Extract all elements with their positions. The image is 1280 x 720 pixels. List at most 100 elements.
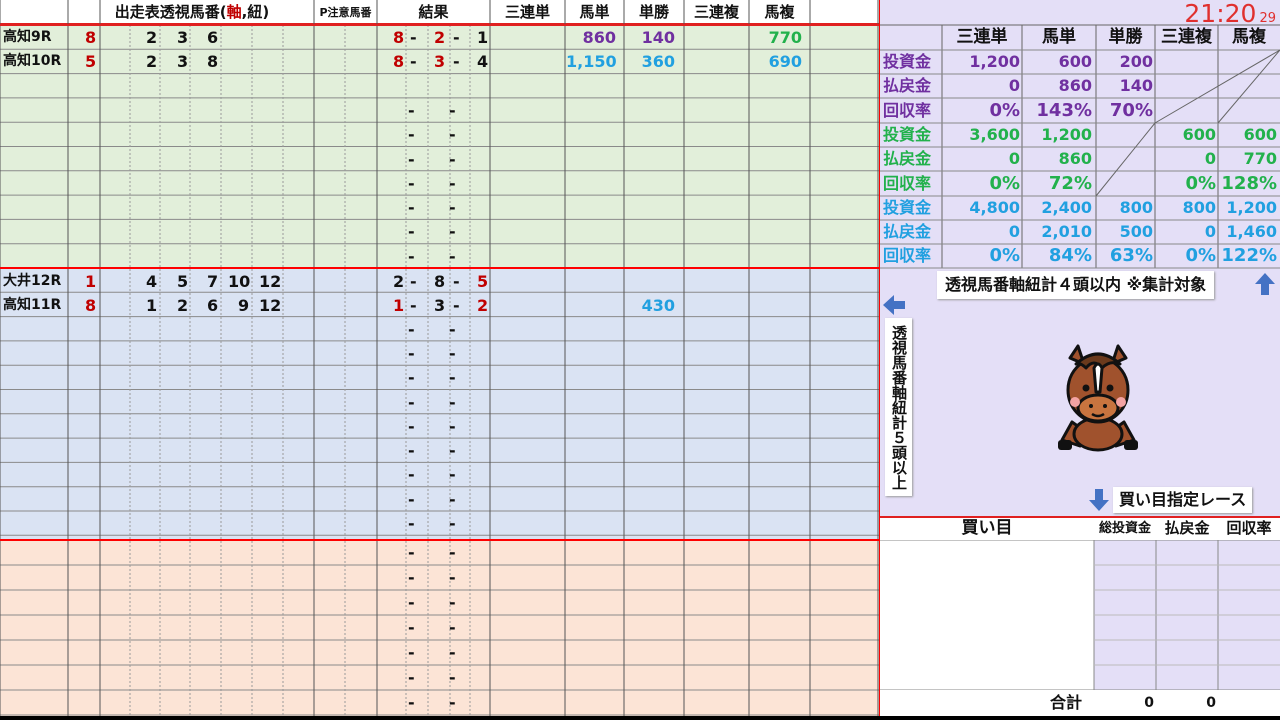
result-dash: - [449, 593, 456, 612]
tansho-recovery: 70% [1109, 100, 1153, 121]
result-dash: - [408, 368, 415, 388]
result-first[interactable]: 8 [393, 26, 404, 49]
race-name[interactable]: 大井12R [3, 270, 61, 293]
label-recovery: 回収率 [883, 174, 932, 193]
result-dash: - [408, 668, 415, 687]
sanrentan-invest: 3,600 [969, 125, 1020, 144]
result-dash: - [449, 368, 456, 388]
sub-horse[interactable]: 2 [146, 50, 157, 73]
result-dash: - [453, 28, 460, 47]
umafuku-payout[interactable]: 690 [750, 50, 802, 73]
axis-horse[interactable]: 8 [85, 294, 96, 317]
axis-horse[interactable]: 5 [85, 50, 96, 73]
sanrentan-recovery: 0% [989, 100, 1020, 121]
result-dash: - [449, 514, 456, 533]
umatan-invest: 2,400 [1041, 198, 1092, 217]
umafuku-recovery: 128% [1221, 173, 1277, 194]
result-first[interactable]: 2 [393, 270, 404, 293]
arrow-left-icon[interactable] [882, 294, 906, 316]
sanrenpuku-payout: 0 [1204, 222, 1216, 241]
result-first[interactable]: 8 [393, 50, 404, 73]
result-dash: - [410, 272, 417, 291]
result-dash: - [410, 52, 417, 71]
result-third[interactable]: 2 [477, 294, 488, 317]
result-dash: - [408, 618, 415, 637]
axis-horse[interactable]: 1 [85, 270, 96, 293]
sub-horse[interactable]: 9 [238, 294, 249, 317]
umatan-payout: 860 [1058, 76, 1092, 95]
sanrentan-payout: 0 [1008, 222, 1020, 241]
result-dash: - [449, 543, 456, 562]
sub-horse[interactable]: 3 [177, 50, 188, 73]
sub-horse[interactable]: 6 [207, 26, 218, 49]
arrow-down-icon[interactable] [1088, 488, 1110, 512]
sanrentan-invest: 1,200 [969, 52, 1020, 71]
umatan-payout[interactable]: 860 [566, 26, 616, 49]
result-dash: - [408, 246, 415, 266]
result-dash: - [408, 593, 415, 612]
axis-horse[interactable]: 8 [85, 26, 96, 49]
result-dash: - [449, 222, 456, 242]
result-first[interactable]: 1 [393, 294, 404, 317]
race-name[interactable]: 高知11R [3, 294, 61, 317]
result-dash: - [449, 693, 456, 712]
sanrentan-recovery: 0% [989, 173, 1020, 194]
umafuku-payout: 1,460 [1226, 222, 1277, 241]
result-third[interactable]: 5 [477, 270, 488, 293]
umafuku-payout[interactable]: 770 [750, 26, 802, 49]
result-dash: - [449, 392, 456, 412]
tansho-payout[interactable]: 360 [625, 50, 675, 73]
result-dash: - [408, 441, 415, 461]
result-dash: - [410, 296, 417, 315]
sub-horse[interactable]: 5 [177, 270, 188, 293]
result-dash: - [408, 514, 415, 533]
result-dash: - [449, 568, 456, 587]
umatan-payout[interactable]: 1,150 [566, 50, 617, 73]
result-dash: - [449, 489, 456, 509]
note-five-or-more: 透視馬番軸紐計５頭以上 [885, 318, 912, 496]
result-dash: - [408, 343, 415, 363]
tansho-payout: 140 [1119, 76, 1153, 95]
tansho-payout: 500 [1119, 222, 1153, 241]
note-designated: 買い目指定レース [1113, 487, 1253, 513]
sub-horse[interactable]: 3 [177, 26, 188, 49]
sub-horse[interactable]: 12 [259, 270, 281, 293]
result-third[interactable]: 4 [477, 50, 488, 73]
result-third[interactable]: 1 [477, 26, 488, 49]
arrow-up-icon[interactable] [1254, 272, 1276, 296]
sub-horse[interactable]: 2 [177, 294, 188, 317]
total-payout: 0 [1206, 695, 1216, 711]
bet-list-header-bets: 買い目 [961, 518, 1013, 538]
race-name[interactable]: 高知9R [3, 26, 52, 49]
race-name[interactable]: 高知10R [3, 50, 61, 73]
sanrenpuku-invest: 800 [1182, 198, 1216, 217]
result-dash: - [408, 543, 415, 562]
result-dash: - [449, 246, 456, 266]
result-dash: - [449, 643, 456, 662]
total-label: 合計 [1050, 693, 1083, 712]
result-dash: - [449, 125, 456, 145]
result-second[interactable]: 2 [434, 26, 445, 49]
sub-horse[interactable]: 10 [228, 270, 250, 293]
sub-horse[interactable]: 2 [146, 26, 157, 49]
result-second[interactable]: 8 [434, 270, 445, 293]
umatan-payout: 860 [1058, 149, 1092, 168]
sub-horse[interactable]: 6 [207, 294, 218, 317]
sub-horse[interactable]: 7 [207, 270, 218, 293]
result-dash: - [408, 149, 415, 169]
sub-horse[interactable]: 4 [146, 270, 157, 293]
result-dash: - [453, 272, 460, 291]
sub-horse[interactable]: 12 [259, 294, 281, 317]
umafuku-recovery: 122% [1221, 245, 1277, 266]
tansho-payout[interactable]: 430 [625, 294, 675, 317]
sanrentan-payout: 0 [1008, 76, 1020, 95]
result-second[interactable]: 3 [434, 294, 445, 317]
sub-horse[interactable]: 1 [146, 294, 157, 317]
result-second[interactable]: 3 [434, 50, 445, 73]
result-dash: - [449, 100, 456, 120]
sanrentan-invest: 4,800 [969, 198, 1020, 217]
label-payout: 払戻金 [883, 222, 932, 241]
tansho-payout[interactable]: 140 [625, 26, 675, 49]
sanrentan-recovery: 0% [989, 245, 1020, 266]
sub-horse[interactable]: 8 [207, 50, 218, 73]
